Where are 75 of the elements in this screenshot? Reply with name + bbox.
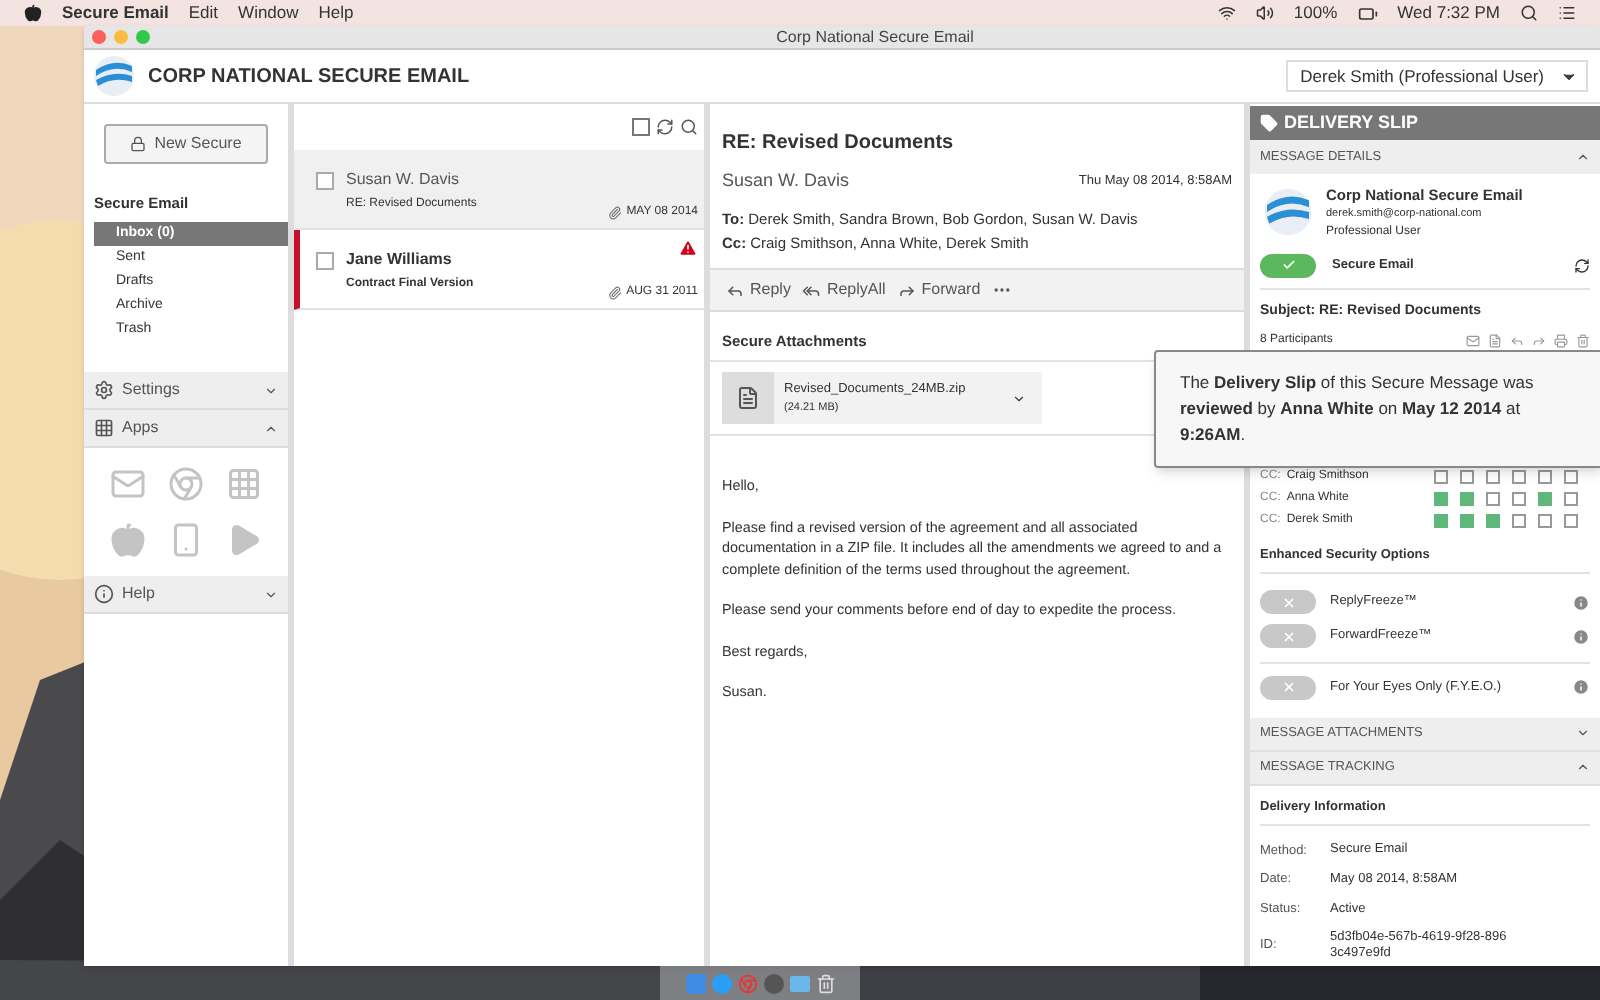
chevron-up-icon: [264, 421, 278, 436]
chevron-up-icon: [1576, 150, 1590, 164]
new-secure-button[interactable]: New Secure: [104, 124, 268, 164]
trash-icon[interactable]: [1576, 334, 1590, 348]
close-icon: [1281, 595, 1295, 610]
document-icon[interactable]: [1488, 334, 1502, 348]
menu-item[interactable]: Edit: [188, 0, 219, 26]
arrow-icon: [897, 281, 916, 299]
grid-icon: [94, 418, 114, 439]
refresh-icon[interactable]: [1574, 257, 1590, 273]
action-button[interactable]: ReplyAll: [802, 278, 886, 302]
message-title: RE: Revised Documents: [722, 130, 956, 158]
minimize-button[interactable]: [114, 30, 128, 44]
mail-icon[interactable]: [1466, 334, 1480, 348]
chevron-down-icon: [264, 383, 278, 398]
arrow-icon: [726, 281, 744, 299]
info-icon[interactable]: [1572, 678, 1590, 697]
browser-icon[interactable]: [167, 466, 204, 503]
globe-logo-icon: [1260, 184, 1316, 241]
menu-item[interactable]: Window: [238, 0, 299, 26]
brand-title: CORP NATIONAL SECURE EMAIL: [148, 63, 470, 91]
volume-icon[interactable]: [1255, 4, 1274, 22]
menu-item[interactable]: Help: [318, 0, 354, 26]
close-icon: [1281, 629, 1295, 644]
info-icon: [94, 584, 114, 605]
chevron-down-icon[interactable]: [1012, 391, 1026, 406]
toggle-switch[interactable]: [1260, 590, 1316, 615]
menu-clock[interactable]: Wed 7:32 PM: [1397, 0, 1500, 26]
wifi-icon[interactable]: [1217, 4, 1236, 22]
section-header[interactable]: Help: [84, 576, 288, 615]
battery-icon[interactable]: [1357, 3, 1378, 23]
menu-app-name[interactable]: Secure Email: [62, 0, 169, 26]
toggle-switch[interactable]: [1260, 624, 1316, 649]
warning-icon: [678, 238, 698, 258]
chevron-down-icon: [264, 587, 278, 602]
search-icon[interactable]: [680, 118, 698, 136]
file-icon: [736, 386, 760, 411]
tooltip-text: The Delivery Slip of this Secure Message was reviewed by Anna White on May 12 2014 at 9:26AM.: [1180, 372, 1534, 444]
chevron-up-icon: [1576, 760, 1590, 775]
message-checkbox[interactable]: [316, 252, 334, 270]
trash-icon[interactable]: [815, 973, 835, 993]
toggle-switch[interactable]: [1260, 675, 1316, 700]
forward-icon[interactable]: [1532, 334, 1546, 348]
search-icon[interactable]: [1520, 4, 1538, 22]
delivery-slip-title: DELIVERY SLIP: [1284, 109, 1419, 136]
settings-icon: [94, 380, 114, 401]
close-icon: [1281, 680, 1295, 695]
info-icon[interactable]: [1572, 627, 1590, 646]
toggle-switch[interactable]: [1260, 253, 1316, 277]
arrow-icon: [802, 281, 821, 299]
lock-icon: [130, 136, 147, 152]
info-icon[interactable]: [1572, 593, 1590, 612]
action-button[interactable]: Forward: [897, 278, 981, 302]
section-header[interactable]: Settings: [84, 372, 288, 411]
reply-icon[interactable]: [1510, 334, 1524, 348]
battery-percent: 100%: [1293, 0, 1338, 26]
sender-name: Jane Williams: [346, 248, 452, 272]
mail-app-icon[interactable]: [110, 466, 147, 503]
section-header[interactable]: Apps: [84, 410, 288, 449]
zoom-button[interactable]: [136, 30, 150, 44]
close-button[interactable]: [92, 30, 106, 44]
apple-icon[interactable]: [24, 4, 42, 22]
message-checkbox[interactable]: [316, 172, 334, 190]
select-all-checkbox[interactable]: [632, 118, 650, 136]
list-icon[interactable]: [1558, 4, 1576, 22]
refresh-icon[interactable]: [656, 118, 674, 136]
globe-logo-icon: [90, 52, 138, 100]
action-button[interactable]: Reply: [726, 278, 791, 302]
chevron-down-icon: [1576, 726, 1590, 741]
window-title: Corp National Secure Email: [776, 25, 974, 49]
print-icon[interactable]: [1554, 334, 1568, 348]
sender-name: Susan W. Davis: [722, 168, 852, 194]
user-dropdown[interactable]: Derek Smith (Professional User): [1286, 60, 1588, 92]
check-icon: [1281, 258, 1295, 272]
sender-name: Susan W. Davis: [346, 168, 459, 192]
